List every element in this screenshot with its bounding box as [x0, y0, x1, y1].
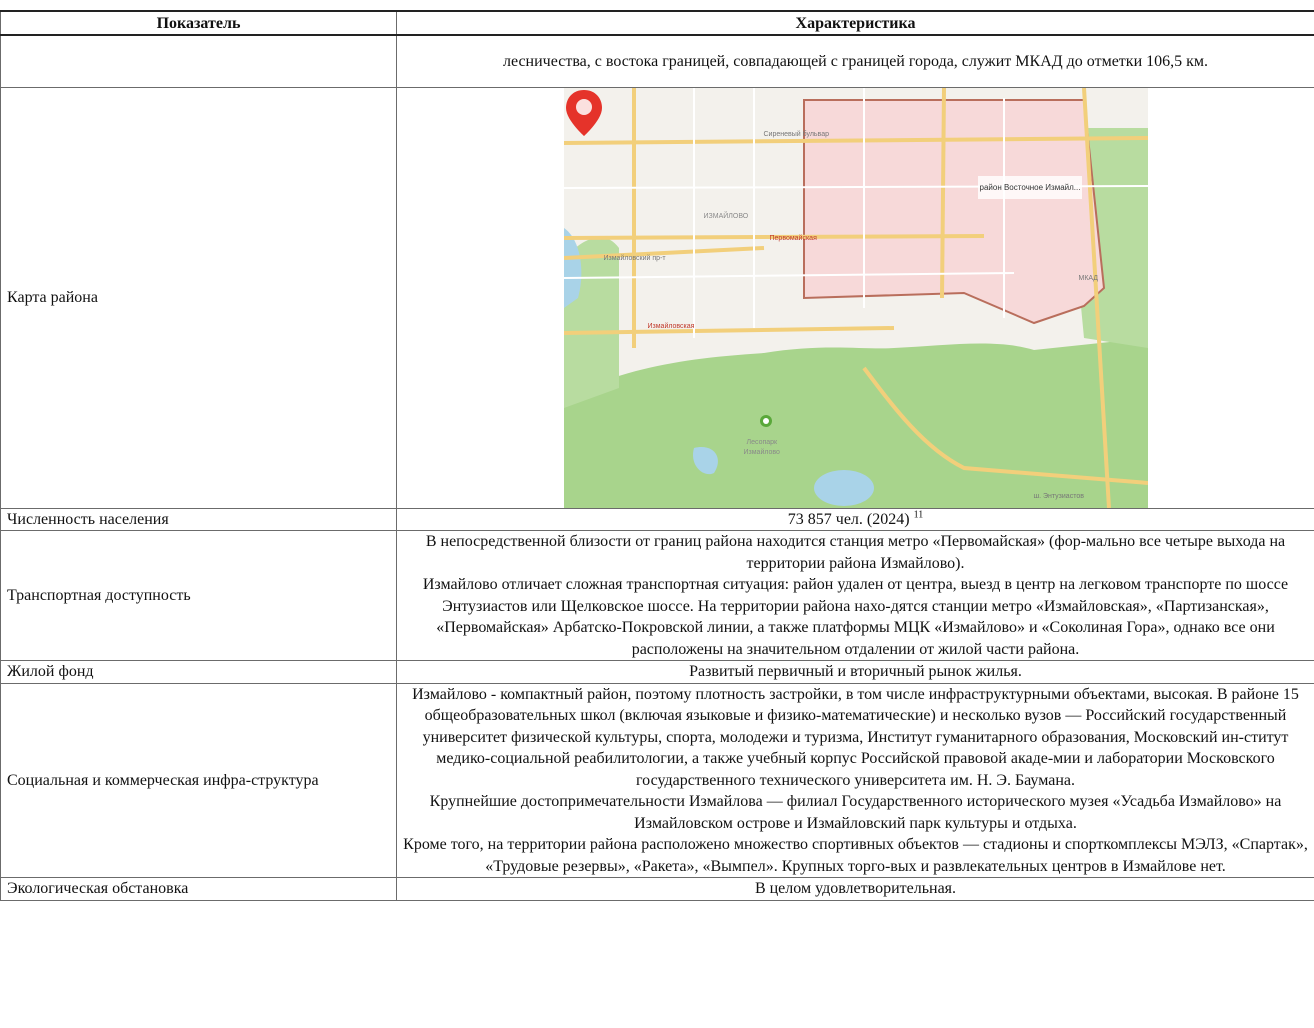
table-row: Экологическая обстановка В целом удовлет…	[0, 877, 1314, 901]
district-map: район Восточное Измайл... Первомайская И…	[563, 87, 1148, 508]
table-row-map: Карта района район Восточное Измайл... П…	[0, 86, 1314, 509]
table-row: лесничества, с востока границей, совпада…	[0, 34, 1314, 88]
map-graphic	[563, 87, 1148, 508]
row-label-map: Карта района	[0, 86, 397, 509]
row-label: Численность населения	[0, 507, 397, 531]
row-label	[0, 34, 397, 88]
row-value: Развитый первичный и вторичный рынок жил…	[396, 660, 1314, 684]
table-row: Транспортная доступность В непосредствен…	[0, 530, 1314, 661]
map-street-bottom: ш. Энтузиастов	[1033, 492, 1084, 500]
row-value: В целом удовлетворительная.	[396, 877, 1314, 901]
table-row: Жилой фонд Развитый первичный и вторичны…	[0, 660, 1314, 684]
map-street-right: МКАД	[1078, 274, 1099, 282]
paragraph: Крупнейшие достопримечательности Измайло…	[429, 793, 1282, 832]
map-district-label: район Восточное Измайл...	[977, 175, 1083, 199]
map-forest-line2: Измайлово	[743, 448, 780, 456]
map-cell: район Восточное Измайл... Первомайская И…	[396, 86, 1314, 509]
header-characteristic: Характеристика	[396, 10, 1314, 36]
table-row: Социальная и коммерческая инфра-структур…	[0, 682, 1314, 878]
map-street-left: Измайловский пр-т	[603, 254, 666, 262]
row-label: Транспортная доступность	[0, 530, 397, 661]
table-header-row: Показатель Характеристика	[0, 10, 1314, 36]
population-value: 73 857 чел. (2024)	[787, 510, 910, 528]
footnote-marker: 11	[913, 509, 924, 521]
row-value: В непосредственной близости от границ ра…	[396, 530, 1314, 661]
location-pin-icon	[565, 89, 602, 136]
characteristics-table: Показатель Характеристика лесничества, с…	[0, 10, 1314, 901]
paragraph: В непосредственной близости от границ ра…	[425, 533, 1286, 572]
map-metro-izmaylovskaya: Измайловская	[647, 322, 695, 330]
park-icon	[759, 414, 772, 427]
row-value: лесничества, с востока границей, совпада…	[396, 34, 1314, 88]
row-value: 73 857 чел. (2024) 11	[396, 507, 1314, 531]
paragraph: Измайлово отличает сложная транспортная …	[422, 576, 1289, 658]
map-area-izmaylovo: ИЗМАЙЛОВО	[703, 212, 749, 220]
map-metro-pervomayskaya: Первомайская	[769, 234, 817, 242]
table-row: Численность населения 73 857 чел. (2024)…	[0, 507, 1314, 531]
row-label: Экологическая обстановка	[0, 877, 397, 901]
row-value: Измайлово - компактный район, поэтому пл…	[396, 682, 1314, 878]
header-indicator: Показатель	[0, 10, 397, 36]
paragraph: Измайлово - компактный район, поэтому пл…	[412, 685, 1299, 789]
paragraph: Кроме того, на территории района располо…	[403, 836, 1308, 875]
map-street-top: Сиреневый бульвар	[763, 130, 829, 138]
row-label: Жилой фонд	[0, 660, 397, 684]
row-label: Социальная и коммерческая инфра-структур…	[0, 682, 397, 878]
